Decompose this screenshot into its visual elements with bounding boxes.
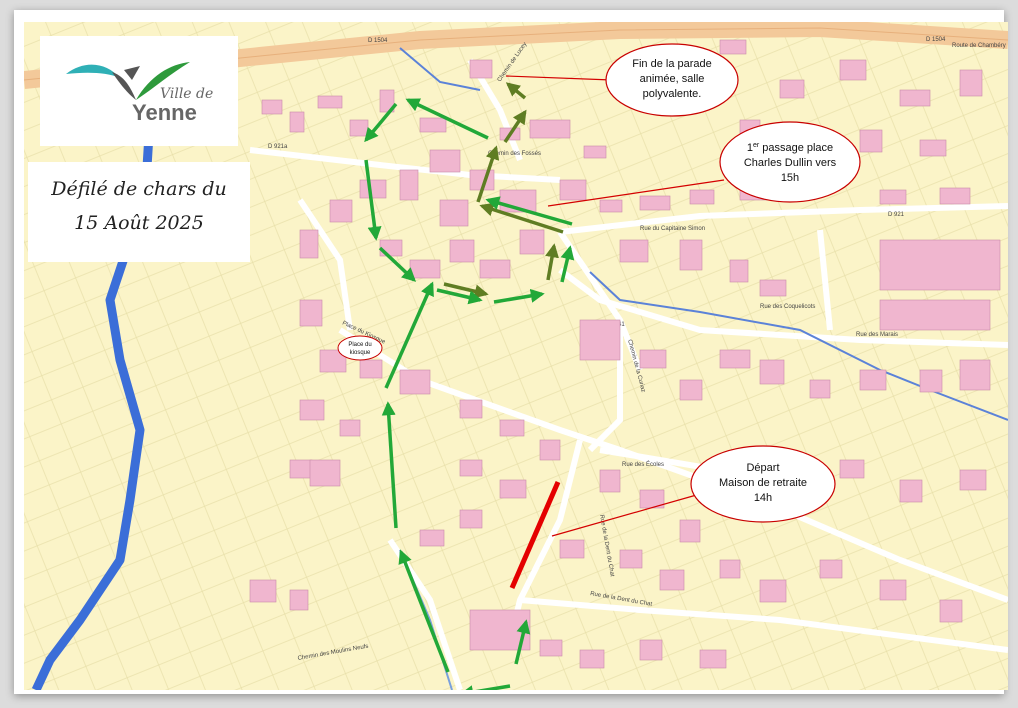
callout-kiosque-line2: kiosque xyxy=(350,350,371,356)
callout-passage-line1: 1er passage place xyxy=(747,142,833,154)
callout-passage-line2: Charles Dullin vers xyxy=(744,157,837,169)
ville-de-yenne-logo: Ville de Yenne xyxy=(66,62,213,125)
callout-kiosque-line1: Place du xyxy=(348,342,371,348)
road-label-coquelicots: Rue des Coquelicots xyxy=(760,304,815,310)
road-label-d921a: D 921a xyxy=(268,144,288,150)
callout-place-kiosque[interactable]: Place du kiosque xyxy=(337,335,383,361)
title-panel: Défilé de chars du 15 Août 2025 xyxy=(28,162,250,262)
callout-depart-line2: Maison de retraite xyxy=(719,477,807,489)
logo-panel: Ville de Yenne xyxy=(40,36,238,146)
callout-depart-line1: Départ xyxy=(746,462,779,474)
callout-passage-line3: 15h xyxy=(781,172,799,184)
logo-line2: Yenne xyxy=(132,100,197,125)
title-line2: 15 Août 2025 xyxy=(74,212,204,234)
callout-depart-line3: 14h xyxy=(754,492,772,504)
callout-premier-passage[interactable]: 1er passage place Charles Dullin vers 15… xyxy=(719,121,861,203)
road-label-d921: D 921 xyxy=(888,212,905,218)
road-label-d1504-east: D 1504 xyxy=(926,37,946,43)
callout-fin-line3: polyvalente. xyxy=(643,88,702,100)
callout-fin-parade[interactable]: Fin de la parade animée, salle polyvalen… xyxy=(605,43,739,117)
title-line1: Défilé de chars du xyxy=(51,178,227,200)
road-label-chambery: Route de Chambéry xyxy=(952,43,1006,49)
road-label-marais: Rue des Marais xyxy=(856,332,898,338)
callout-fin-line1: Fin de la parade xyxy=(632,58,712,70)
road-label-capitaine: Rue du Capitaine Simon xyxy=(640,226,705,232)
road-label-d1504: D 1504 xyxy=(368,38,388,44)
callout-fin-line2: animée, salle xyxy=(640,73,705,85)
road-label-ecoles: Rue des Écoles xyxy=(622,461,664,468)
callout-depart[interactable]: Départ Maison de retraite 14h xyxy=(690,445,836,523)
